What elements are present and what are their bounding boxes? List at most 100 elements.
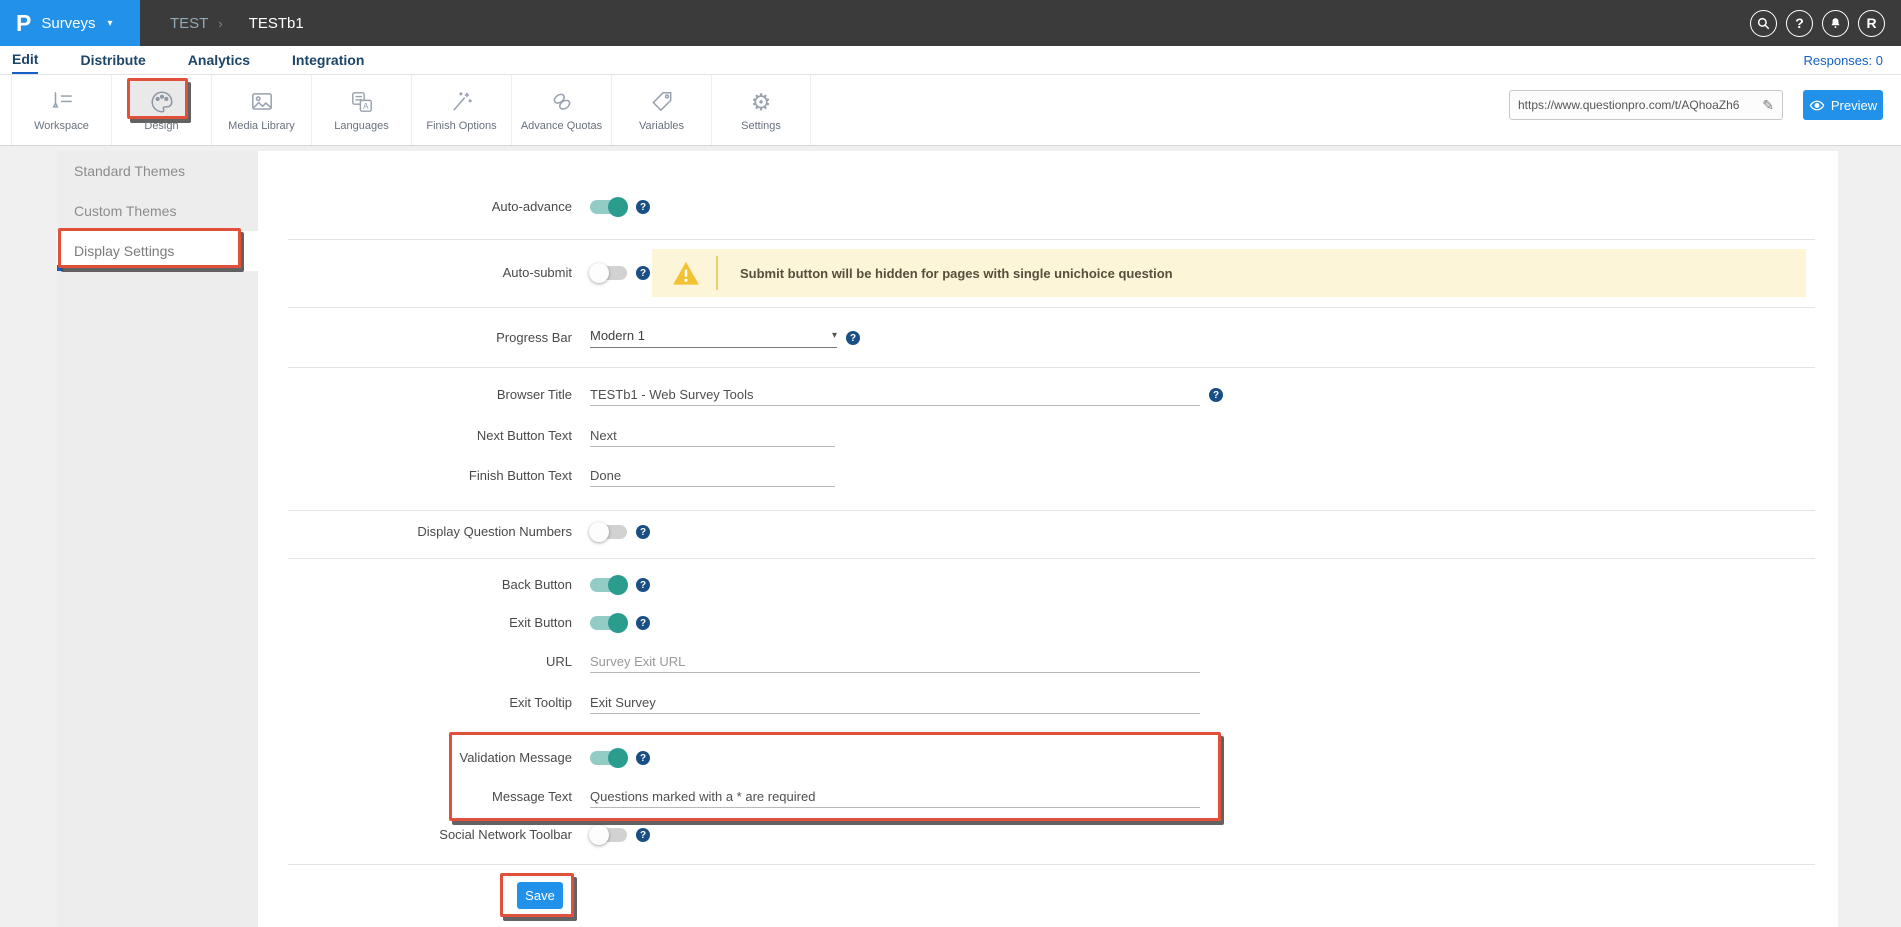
help-icon[interactable]: ? xyxy=(1786,10,1813,37)
toolbar-item-label: Workspace xyxy=(34,120,89,132)
divider xyxy=(288,558,1815,559)
toolbar-item-label: Finish Options xyxy=(426,120,496,132)
survey-url-input[interactable] xyxy=(1518,98,1758,112)
display-question-numbers-row: Display Question Numbers xyxy=(57,519,1838,545)
settings-gear-icon: ⚙ xyxy=(751,88,772,115)
field-label: Exit Button xyxy=(57,610,572,636)
toolbar-item-variables[interactable]: Variables xyxy=(611,75,711,145)
advance-quotas-links-icon xyxy=(549,88,575,115)
help-icon[interactable] xyxy=(1209,388,1223,402)
toolbar-item-settings[interactable]: ⚙ Settings xyxy=(711,75,811,145)
survey-url-box: ✎ xyxy=(1509,90,1783,120)
edit-url-pencil-icon[interactable]: ✎ xyxy=(1762,97,1774,114)
tab-integration[interactable]: Integration xyxy=(292,46,364,74)
user-avatar[interactable]: R xyxy=(1858,10,1885,37)
toolbar-item-media-library[interactable]: Media Library xyxy=(211,75,311,145)
chevron-down-icon xyxy=(832,330,837,341)
finish-options-wand-icon xyxy=(449,88,475,115)
toolbar-item-label: Variables xyxy=(639,120,684,132)
page-background: Standard Themes Custom Themes Display Se… xyxy=(0,146,1901,927)
help-icon[interactable] xyxy=(636,751,650,765)
help-icon[interactable] xyxy=(636,266,650,280)
breadcrumb-survey-name: TESTb1 xyxy=(249,15,304,32)
tab-analytics[interactable]: Analytics xyxy=(188,46,250,74)
browser-title-input[interactable] xyxy=(590,384,1200,406)
field-label: Progress Bar xyxy=(57,325,572,351)
back-button-row: Back Button xyxy=(57,572,1838,598)
languages-icon: A xyxy=(349,88,375,115)
tab-distribute[interactable]: Distribute xyxy=(80,46,145,74)
toolbar-item-finish-options[interactable]: Finish Options xyxy=(411,75,511,145)
variables-tag-icon xyxy=(649,88,675,115)
display-question-numbers-toggle[interactable] xyxy=(590,525,627,539)
exit-button-toggle[interactable] xyxy=(590,616,627,630)
toolbar-item-advance-quotas[interactable]: Advance Quotas xyxy=(511,75,611,145)
message-text-input[interactable] xyxy=(590,786,1200,808)
exit-tooltip-input[interactable] xyxy=(590,692,1200,714)
exit-url-row: URL xyxy=(57,649,1838,675)
exit-url-input[interactable] xyxy=(590,651,1200,673)
divider xyxy=(288,510,1815,511)
field-label: Back Button xyxy=(57,572,572,598)
edit-toolbar: Workspace Design Media Library xyxy=(0,75,1901,146)
surveys-menu[interactable]: P Surveys ▾ xyxy=(0,0,140,46)
toolbar-item-label: Media Library xyxy=(228,120,295,132)
media-library-icon xyxy=(249,88,275,115)
notifications-bell-icon[interactable] xyxy=(1822,10,1849,37)
breadcrumb-folder[interactable]: TEST xyxy=(170,15,208,32)
field-label: Next Button Text xyxy=(57,423,572,449)
divider xyxy=(288,239,1815,240)
back-button-toggle[interactable] xyxy=(590,578,627,592)
responses-count-link[interactable]: Responses: 0 xyxy=(1804,53,1884,68)
field-label: Auto-submit xyxy=(57,260,572,286)
help-icon[interactable] xyxy=(636,200,650,214)
divider xyxy=(288,864,1815,865)
message-text-row: Message Text xyxy=(57,784,1838,810)
exit-tooltip-row: Exit Tooltip xyxy=(57,690,1838,716)
progress-bar-selected-value: Modern 1 xyxy=(590,328,645,343)
finish-button-text-input[interactable] xyxy=(590,465,835,487)
warning-triangle-icon xyxy=(672,260,700,286)
field-label: Finish Button Text xyxy=(57,463,572,489)
search-icon[interactable] xyxy=(1750,10,1777,37)
top-header-bar: P Surveys ▾ TEST › TESTb1 ? R xyxy=(0,0,1901,46)
toolbar-item-label: Advance Quotas xyxy=(521,120,602,132)
validation-message-row: Validation Message xyxy=(57,745,1838,771)
breadcrumb: TEST › TESTb1 xyxy=(170,15,304,32)
auto-advance-toggle[interactable] xyxy=(590,200,627,214)
divider xyxy=(288,307,1815,308)
design-palette-icon xyxy=(149,88,175,115)
exit-button-row: Exit Button xyxy=(57,610,1838,636)
auto-advance-row: Auto-advance xyxy=(57,194,1838,220)
social-network-toolbar-row: Social Network Toolbar xyxy=(57,822,1838,848)
field-label: Auto-advance xyxy=(57,194,572,220)
validation-message-toggle[interactable] xyxy=(590,751,627,765)
preview-button[interactable]: Preview xyxy=(1803,90,1883,120)
workspace-icon xyxy=(49,88,75,115)
toolbar-item-languages[interactable]: A Languages xyxy=(311,75,411,145)
help-icon[interactable] xyxy=(636,525,650,539)
save-button[interactable]: Save xyxy=(517,882,563,909)
field-label: Exit Tooltip xyxy=(57,690,572,716)
warning-text: Submit button will be hidden for pages w… xyxy=(740,266,1173,281)
next-button-text-input[interactable] xyxy=(590,425,835,447)
toolbar-item-workspace[interactable]: Workspace xyxy=(11,75,111,145)
preview-button-label: Preview xyxy=(1831,98,1877,113)
breadcrumb-separator-icon: › xyxy=(218,16,222,31)
questionpro-logo-icon: P xyxy=(16,12,31,35)
auto-submit-toggle[interactable] xyxy=(590,266,627,280)
surveys-menu-label: Surveys xyxy=(41,15,95,32)
next-button-text-row: Next Button Text xyxy=(57,423,1838,449)
progress-bar-select[interactable]: Modern 1 xyxy=(590,328,837,348)
progress-bar-row: Progress Bar Modern 1 xyxy=(57,325,1838,351)
help-icon[interactable] xyxy=(846,331,860,345)
field-label: URL xyxy=(57,649,572,675)
social-network-toolbar-toggle[interactable] xyxy=(590,828,627,842)
tab-edit[interactable]: Edit xyxy=(12,46,38,74)
help-icon[interactable] xyxy=(636,578,650,592)
help-icon[interactable] xyxy=(636,616,650,630)
divider xyxy=(288,367,1815,368)
toolbar-item-design[interactable]: Design xyxy=(111,75,211,145)
toolbar-item-label: Settings xyxy=(741,120,781,132)
help-icon[interactable] xyxy=(636,828,650,842)
